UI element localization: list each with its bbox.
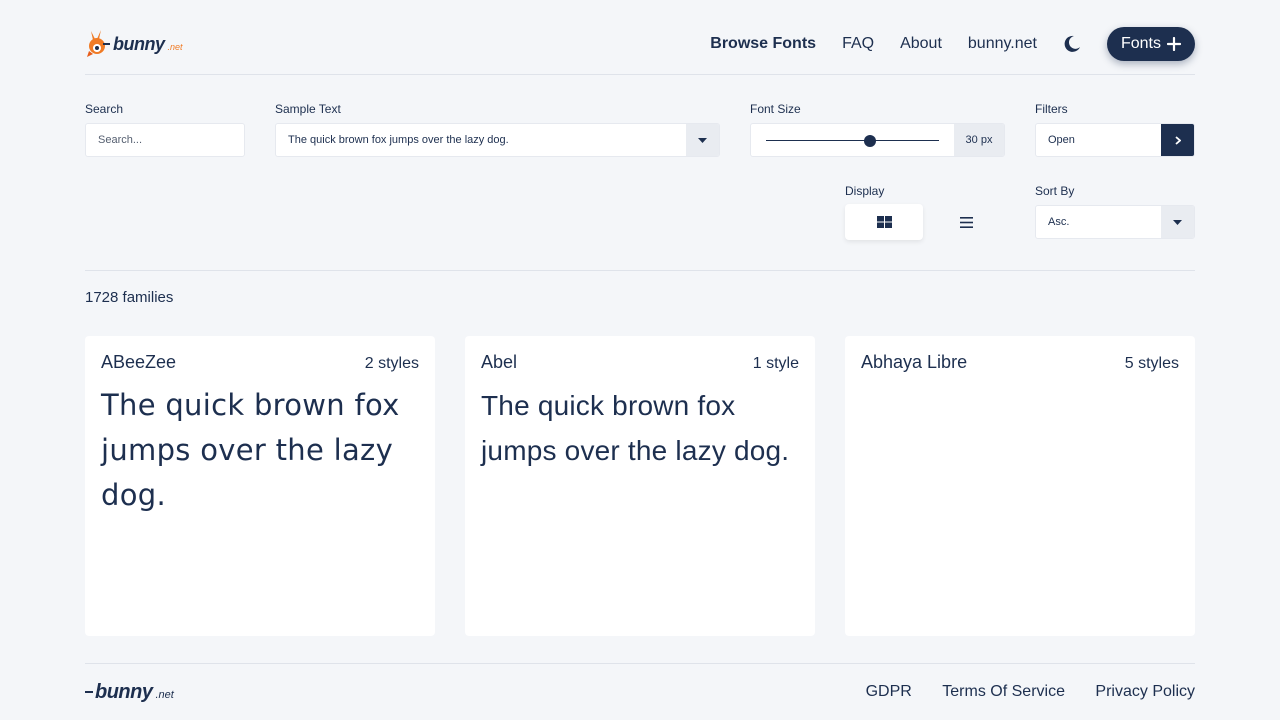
filters-label: Filters xyxy=(1035,102,1068,116)
font-name[interactable]: Abhaya Libre xyxy=(861,352,967,373)
footer: bunny .net GDPR Terms Of Service Privacy… xyxy=(85,676,1195,708)
font-style-count: 1 style xyxy=(752,355,799,372)
footer-link-gdpr[interactable]: GDPR xyxy=(866,683,912,700)
bunny-logo[interactable]: bunny .net xyxy=(85,29,183,59)
fonts-button[interactable]: Fonts xyxy=(1106,27,1195,61)
font-style-count: 5 styles xyxy=(1124,355,1179,372)
footer-divider xyxy=(85,663,1195,664)
sample-text-dropdown-button[interactable] xyxy=(686,124,719,156)
font-size-value: 30 px xyxy=(954,124,1004,156)
main-nav: Browse Fonts FAQ About bunny.net Fonts xyxy=(684,27,1195,61)
display-label: Display xyxy=(845,184,885,198)
search-input[interactable] xyxy=(86,124,244,156)
footer-link-privacy[interactable]: Privacy Policy xyxy=(1095,683,1195,700)
font-name[interactable]: ABeeZee xyxy=(101,352,176,373)
filters-value: Open xyxy=(1048,134,1075,146)
list-view-button[interactable] xyxy=(927,204,1005,240)
font-card[interactable]: Abel 1 style The quick brown fox jumps o… xyxy=(465,336,815,636)
sort-by-label: Sort By xyxy=(1035,184,1075,198)
plus-icon xyxy=(1167,37,1181,51)
sample-text-value: The quick brown fox jumps over the lazy … xyxy=(288,134,509,146)
font-card[interactable]: Abhaya Libre 5 styles xyxy=(845,336,1195,636)
search-label: Search xyxy=(85,102,124,116)
nav-about[interactable]: About xyxy=(900,35,942,53)
filters-field[interactable]: Open xyxy=(1035,123,1195,157)
sort-dropdown-button[interactable] xyxy=(1161,206,1194,238)
logo-suffix: .net xyxy=(167,42,183,52)
footer-logo[interactable]: bunny .net xyxy=(85,681,174,704)
chevron-right-icon xyxy=(1174,135,1181,145)
logo-dash-icon xyxy=(85,691,93,693)
font-style-count: 2 styles xyxy=(364,355,419,372)
font-sample-text: The quick brown fox jumps over the lazy … xyxy=(481,390,790,466)
fonts-button-label: Fonts xyxy=(1120,35,1161,52)
font-size-control: 30 px xyxy=(750,123,1005,157)
footer-link-terms[interactable]: Terms Of Service xyxy=(942,683,1065,700)
font-sample-text: The quick brown fox jumps over the lazy … xyxy=(101,388,400,512)
grid-view-button[interactable] xyxy=(845,204,923,240)
font-name[interactable]: Abel xyxy=(481,352,517,373)
caret-down-icon xyxy=(698,137,707,143)
nav-faq[interactable]: FAQ xyxy=(842,35,874,53)
footer-links: GDPR Terms Of Service Privacy Policy xyxy=(840,683,1195,701)
families-count: 1728 families xyxy=(85,289,174,306)
font-size-label: Font Size xyxy=(750,102,801,116)
nav-browse-fonts[interactable]: Browse Fonts xyxy=(710,35,816,53)
grid-icon xyxy=(876,216,892,228)
header-divider xyxy=(85,74,1195,75)
slider-thumb[interactable] xyxy=(863,135,876,147)
controls-divider xyxy=(85,270,1195,271)
sort-by-value: Asc. xyxy=(1048,216,1070,228)
font-card[interactable]: ABeeZee 2 styles The quick brown fox jum… xyxy=(85,336,435,636)
header: bunny .net Browse Fonts FAQ About bunny.… xyxy=(85,24,1195,64)
font-size-slider[interactable] xyxy=(751,124,954,156)
filters-open-button[interactable] xyxy=(1161,124,1194,156)
logo-wordmark: bunny xyxy=(113,33,165,54)
bunny-mascot-icon xyxy=(87,30,110,57)
search-field xyxy=(85,123,245,157)
sort-by-select[interactable]: Asc. xyxy=(1035,205,1195,239)
footer-logo-wordmark: bunny xyxy=(95,680,153,703)
caret-down-icon xyxy=(1173,219,1182,225)
sample-text-select[interactable]: The quick brown fox jumps over the lazy … xyxy=(275,123,720,157)
dark-mode-toggle-icon[interactable] xyxy=(1063,35,1081,53)
list-icon xyxy=(959,216,973,228)
slider-track-line xyxy=(766,140,939,141)
sample-text-label: Sample Text xyxy=(275,102,341,116)
footer-logo-suffix: .net xyxy=(155,689,174,701)
nav-bunny-net[interactable]: bunny.net xyxy=(968,35,1037,53)
